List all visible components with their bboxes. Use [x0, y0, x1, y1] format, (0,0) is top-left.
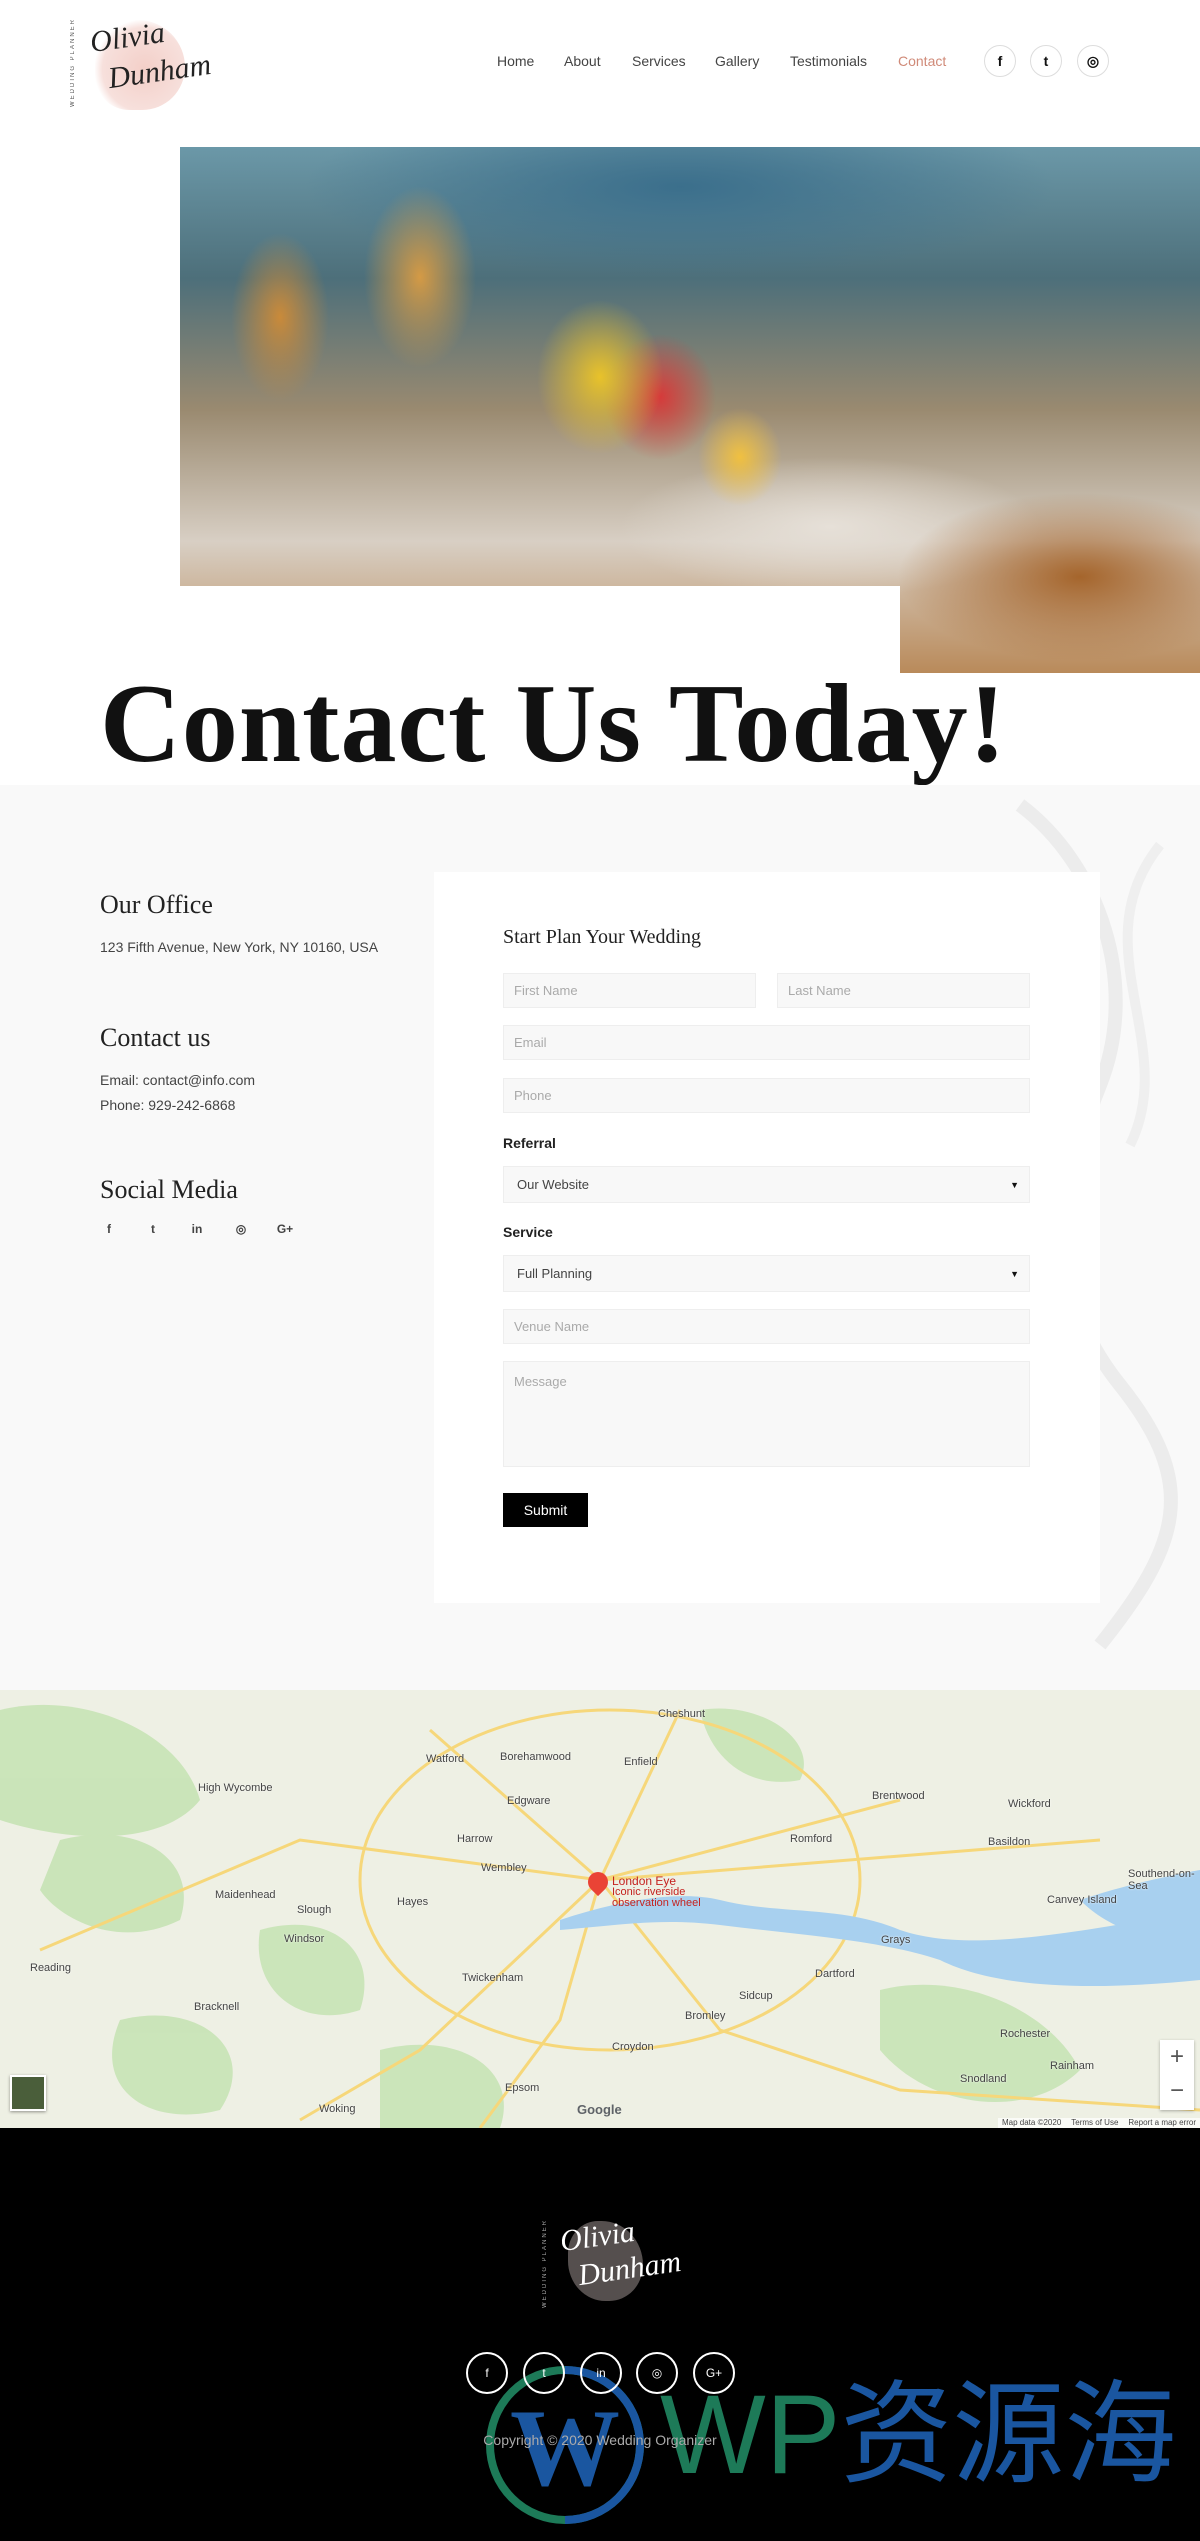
twitter-icon[interactable]: t	[144, 1222, 162, 1236]
map-data-text: Map data ©2020	[1002, 2118, 1062, 2127]
google-plus-icon[interactable]: G+	[693, 2352, 735, 2394]
map-place-label: Twickenham	[462, 1972, 524, 1984]
map-place-label: Canvey Island	[1047, 1894, 1117, 1906]
referral-value: Our Website	[517, 1177, 590, 1192]
map-place-label: Reading	[30, 1962, 71, 1974]
social-icons: f t in ◎ G+	[100, 1222, 294, 1236]
service-select[interactable]: Full Planning ▼	[503, 1255, 1030, 1292]
marker-label[interactable]: London Eye Iconic riverside observation …	[612, 1875, 701, 1909]
map-place-label: Bracknell	[194, 2001, 240, 2013]
venue-input[interactable]: Venue Name	[503, 1309, 1030, 1344]
map-place-label: Wickford	[1008, 1798, 1051, 1810]
map-place-label: Wembley	[481, 1862, 527, 1874]
nav-about[interactable]: About	[564, 53, 601, 69]
map-place-label: Woking	[319, 2103, 356, 2115]
instagram-icon[interactable]: ◎	[636, 2352, 678, 2394]
map-place-label: Cheshunt	[658, 1708, 706, 1720]
nav-home[interactable]: Home	[497, 53, 534, 69]
map-place-label: Southend-on-Sea	[1128, 1868, 1195, 1892]
map-place-label: Rochester	[1000, 2028, 1051, 2040]
social-heading: Social Media	[100, 1175, 238, 1204]
linkedin-icon[interactable]: in	[188, 1222, 206, 1236]
map-place-label: Grays	[881, 1934, 911, 1946]
twitter-icon[interactable]: t	[1030, 45, 1062, 77]
phone-input[interactable]: Phone	[503, 1078, 1030, 1113]
instagram-icon[interactable]: ◎	[1077, 45, 1109, 77]
zoom-controls: + −	[1160, 2040, 1194, 2110]
map-place-label: Rainham	[1050, 2060, 1095, 2072]
map-place-label: Harrow	[457, 1833, 493, 1845]
referral-label: Referral	[503, 1135, 556, 1151]
map-place-label: Epsom	[505, 2082, 540, 2094]
facebook-icon[interactable]: f	[984, 45, 1016, 77]
page-title: Contact Us Today!	[100, 662, 1007, 786]
site-header: WEDDING PLANNER Olivia Dunham Home About…	[0, 0, 1200, 147]
nav-gallery[interactable]: Gallery	[715, 53, 759, 69]
map-place-label: High Wycombe	[198, 1782, 273, 1794]
last-name-input[interactable]: Last Name	[777, 973, 1030, 1008]
map-place-label: Romford	[790, 1833, 833, 1845]
marker-subtitle-2: observation wheel	[612, 1897, 701, 1909]
zoom-in-button[interactable]: +	[1160, 2040, 1194, 2074]
linkedin-icon[interactable]: in	[580, 2352, 622, 2394]
map-place-label: Dartford	[815, 1968, 855, 1980]
office-heading: Our Office	[100, 890, 213, 919]
nav-contact[interactable]: Contact	[898, 53, 946, 69]
email-input[interactable]: Email	[503, 1025, 1030, 1060]
nav-services[interactable]: Services	[632, 53, 686, 69]
facebook-icon[interactable]: f	[466, 2352, 508, 2394]
map-canvas	[0, 1704, 1200, 2128]
service-value: Full Planning	[517, 1266, 593, 1281]
map-place-label: Hayes	[397, 1896, 429, 1908]
map-place-label: Windsor	[284, 1933, 325, 1945]
google-logo: Google	[577, 2102, 622, 2117]
submit-button[interactable]: Submit	[503, 1493, 588, 1527]
caret-down-icon: ▼	[1010, 1268, 1019, 1279]
map-place-label: Enfield	[624, 1756, 658, 1768]
map-place-label: Bromley	[685, 2010, 726, 2022]
contact-email: Email: contact@info.com	[100, 1072, 256, 1088]
map-place-label: Slough	[297, 1904, 332, 1916]
message-textarea[interactable]: Message	[503, 1361, 1030, 1467]
site-logo[interactable]: WEDDING PLANNER Olivia Dunham	[68, 14, 213, 114]
map-place-label: Edgware	[507, 1795, 551, 1807]
map-place-label: Snodland	[960, 2073, 1007, 2085]
copyright: Copyright © 2020 Wedding Organizer	[483, 2432, 717, 2448]
map-place-label: Sidcup	[739, 1990, 773, 2002]
map-attribution: Map data ©2020 Terms of Use Report a map…	[998, 2118, 1200, 2128]
instagram-icon[interactable]: ◎	[232, 1222, 250, 1236]
twitter-icon[interactable]: t	[523, 2352, 565, 2394]
map-place-label: Basildon	[988, 1836, 1031, 1848]
facebook-icon[interactable]: f	[100, 1222, 118, 1236]
nav-testimonials[interactable]: Testimonials	[790, 53, 867, 69]
form-title: Start Plan Your Wedding	[503, 926, 702, 948]
referral-select[interactable]: Our Website ▼	[503, 1166, 1030, 1203]
map-place-label: Maidenhead	[215, 1889, 276, 1901]
service-label: Service	[503, 1224, 553, 1240]
map[interactable]: Watford Enfield Harrow Wembley Slough Hayes Ma…	[0, 1690, 1200, 2128]
map-place-label: Watford	[426, 1753, 465, 1765]
map-place-label: Brentwood	[872, 1790, 925, 1802]
contact-heading: Contact us	[100, 1023, 211, 1052]
caret-down-icon: ▼	[1010, 1179, 1019, 1190]
office-address: 123 Fifth Avenue, New York, NY 10160, US…	[100, 939, 379, 955]
contact-phone: Phone: 929-242-6868	[100, 1097, 236, 1113]
footer-logo[interactable]: WEDDING PLANNER Olivia Dunham	[540, 2215, 683, 2315]
report-link[interactable]: Report a map error	[1128, 2118, 1196, 2128]
terms-link[interactable]: Terms of Use	[1071, 2118, 1118, 2128]
logo-tagline: WEDDING PLANNER	[542, 2219, 548, 2309]
svg-text:W: W	[510, 2387, 620, 2509]
map-place-label: Croydon	[612, 2041, 654, 2053]
first-name-input[interactable]: First Name	[503, 973, 756, 1008]
google-plus-icon[interactable]: G+	[276, 1222, 294, 1236]
logo-tagline: WEDDING PLANNER	[70, 18, 76, 108]
map-place-label: Borehamwood	[500, 1751, 571, 1763]
zoom-out-button[interactable]: −	[1160, 2074, 1194, 2108]
satellite-toggle[interactable]	[10, 2075, 46, 2111]
